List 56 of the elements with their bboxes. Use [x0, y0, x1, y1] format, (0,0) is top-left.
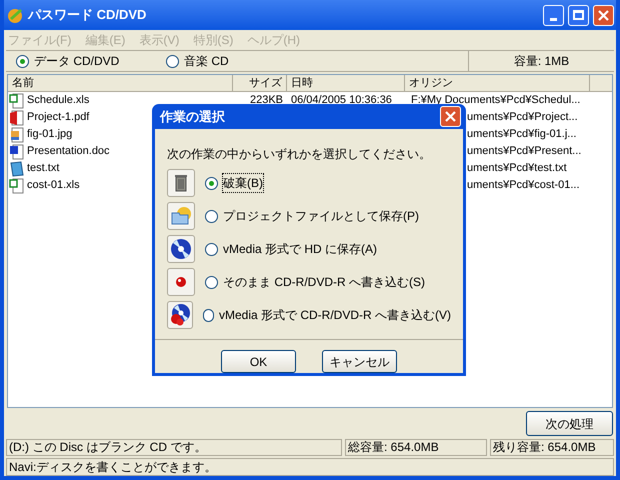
- close-button[interactable]: [593, 4, 614, 26]
- app-icon: [6, 6, 24, 24]
- radio-button[interactable]: [203, 308, 214, 322]
- navi-status: Navi:ディスクを書くことができます。: [6, 458, 614, 476]
- file-origin: uments¥Pcd¥test.txt: [467, 162, 567, 174]
- radio-button[interactable]: [16, 54, 29, 68]
- radio-label: 破棄(B): [223, 174, 263, 192]
- file-name: test.txt: [27, 161, 60, 176]
- radio-label: データ CD/DVD: [34, 53, 120, 70]
- radio-label: vMedia 形式で CD-R/DVD-R へ書き込む(V): [218, 307, 451, 324]
- file-size: 223KB: [250, 94, 283, 106]
- window-title: パスワード CD/DVD: [28, 6, 148, 24]
- txt-file-icon: [9, 160, 25, 176]
- file-name: Schedule.xls: [27, 93, 90, 108]
- file-name: Project-1.pdf: [27, 110, 90, 126]
- disc-icon-button[interactable]: [167, 235, 195, 263]
- remaining-capacity: 残り容量: 654.0MB: [490, 439, 614, 456]
- folder-icon-button[interactable]: [167, 202, 195, 230]
- status-text: (D:) この Disc はブランク CD です。: [6, 439, 342, 456]
- file-name: cost-01.xls: [27, 178, 80, 194]
- close-button[interactable]: [440, 106, 461, 127]
- close-icon: [598, 10, 609, 20]
- radio-label: プロジェクトファイルとして保存(P): [223, 208, 419, 225]
- ok-button[interactable]: OK: [221, 350, 296, 373]
- radio-button[interactable]: [205, 276, 218, 288]
- file-name: Presentation.doc: [27, 144, 110, 160]
- radio-button[interactable]: [205, 242, 218, 256]
- disc-icon: [169, 237, 193, 261]
- close-icon: [445, 111, 456, 122]
- file-origin: uments¥Pcd¥cost-01...: [467, 179, 580, 192]
- radio-label: そのまま CD-R/DVD-R へ書き込む(S): [223, 274, 425, 291]
- radio-option[interactable]: 音楽 CD: [166, 52, 316, 70]
- radio-option[interactable]: データ CD/DVD: [16, 52, 166, 70]
- discball-icon-button[interactable]: [167, 301, 193, 329]
- minimize-button[interactable]: [543, 4, 564, 26]
- next-step-button[interactable]: 次の処理: [526, 411, 613, 436]
- trash-icon-button[interactable]: [167, 169, 195, 197]
- file-origin: uments¥Pcd¥Project...: [467, 111, 578, 124]
- file-origin: uments¥Pcd¥fig-01.j...: [467, 128, 576, 140]
- capacity-label: 容量: 1MB: [468, 51, 614, 71]
- radio-button[interactable]: [205, 210, 218, 222]
- ball-icon-button[interactable]: [167, 268, 195, 296]
- dialog-title: 作業の選択: [160, 108, 226, 126]
- file-name: fig-01.jpg: [27, 127, 72, 142]
- radio-label: vMedia 形式で HD に保存(A): [223, 241, 378, 258]
- radio-button[interactable]: [166, 54, 179, 68]
- maximize-button[interactable]: [568, 4, 589, 26]
- cancel-button[interactable]: キャンセル: [322, 350, 397, 373]
- radio-label: 音楽 CD: [184, 53, 229, 70]
- file-date: 06/04/2005 10:36:36: [291, 94, 392, 106]
- radio-button[interactable]: [205, 176, 218, 190]
- disc-with-balls-icon: [168, 303, 192, 327]
- dialog-prompt: 次の作業の中からいずれかを選択してください。: [167, 146, 432, 163]
- total-capacity: 総容量: 654.0MB: [345, 439, 487, 456]
- file-origin: F:¥My Documents¥Pcd¥Schedul...: [411, 94, 580, 106]
- file-origin: uments¥Pcd¥Present...: [467, 145, 582, 158]
